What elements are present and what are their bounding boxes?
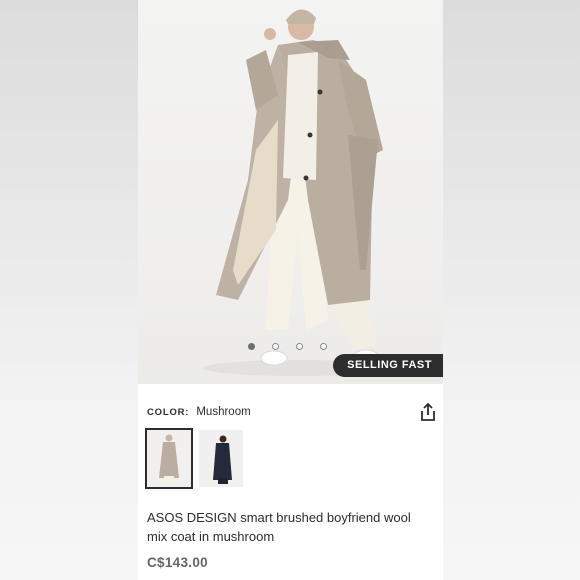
color-label: COLOR: (147, 407, 190, 418)
carousel-dot[interactable] (296, 343, 303, 350)
product-price: C$143.00 (147, 555, 208, 570)
model-illustration (203, 9, 393, 376)
color-selector-label: COLOR: Mushroom (147, 406, 251, 418)
left-background-panel (0, 0, 138, 580)
carousel-indicator (248, 343, 327, 350)
navy-coat-thumbnail (199, 430, 243, 487)
product-page: SELLING FAST COLOR: Mushroom ASOS DESIGN… (138, 0, 443, 580)
product-image[interactable]: SELLING FAST (138, 0, 443, 384)
mushroom-coat-thumbnail (147, 430, 191, 487)
swatch-mushroom[interactable] (145, 428, 193, 489)
color-swatches (145, 428, 243, 489)
share-button[interactable] (419, 402, 437, 422)
right-background-panel (443, 0, 580, 580)
color-value: Mushroom (196, 406, 251, 418)
share-icon (421, 402, 435, 421)
carousel-dot[interactable] (272, 343, 279, 350)
carousel-dot[interactable] (320, 343, 327, 350)
selling-fast-badge: SELLING FAST (333, 354, 443, 377)
carousel-dot[interactable] (248, 343, 255, 350)
product-title: ASOS DESIGN smart brushed boyfriend wool… (147, 510, 411, 544)
swatch-navy[interactable] (199, 430, 243, 487)
